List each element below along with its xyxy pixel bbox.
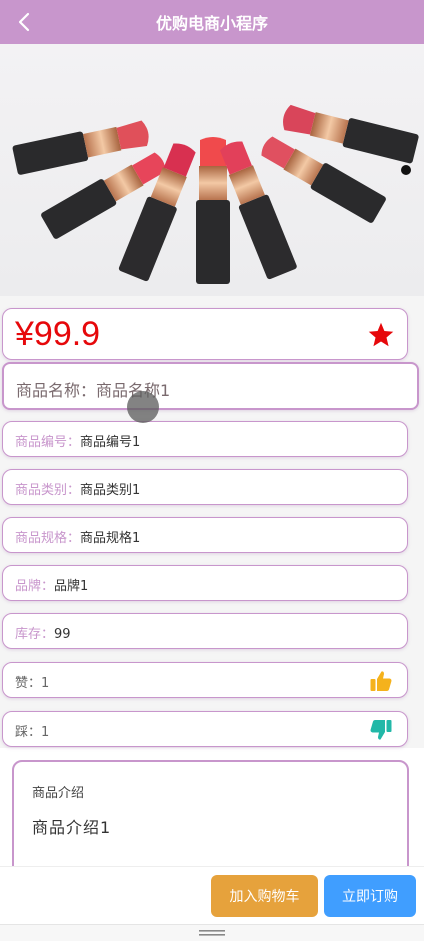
field-value: 商品编号1 <box>80 435 141 450</box>
likes-row: 赞：1 <box>2 662 408 698</box>
field-label: 商品规格： <box>15 531 81 546</box>
description-text: 商品介绍1 <box>32 818 112 837</box>
product-name-label: 商品名称： <box>16 381 97 400</box>
back-button[interactable] <box>10 8 38 36</box>
field-row-category: 商品类别：商品类别1 <box>2 469 408 505</box>
field-row-brand: 品牌：品牌1 <box>2 565 408 601</box>
field-row-stock: 库存：99 <box>2 613 408 649</box>
price-value: ¥99.9 <box>15 315 101 353</box>
app-header: 优购电商小程序 <box>0 0 424 44</box>
description-title: 商品介绍 <box>32 786 85 801</box>
product-image <box>0 44 424 296</box>
dislikes-count: 1 <box>41 725 50 740</box>
likes-label: 赞： <box>15 676 42 691</box>
field-row-code: 商品编号：商品编号1 <box>2 421 408 457</box>
bottom-action-bar: 加入购物车 立即订购 <box>0 866 424 925</box>
add-to-cart-button[interactable]: 加入购物车 <box>211 875 318 917</box>
dislikes-label: 踩： <box>15 725 42 740</box>
field-value: 商品规格1 <box>80 531 141 546</box>
drag-handle-icon[interactable] <box>199 930 225 936</box>
thumbs-up-icon[interactable] <box>369 669 393 693</box>
description-card: 商品介绍 商品介绍1 <box>12 760 409 880</box>
likes-count: 1 <box>41 676 50 691</box>
home-indicator-bar <box>0 924 424 941</box>
field-label: 商品编号： <box>15 435 81 450</box>
thumbs-down-icon[interactable] <box>369 718 393 742</box>
touch-indicator <box>127 391 159 423</box>
price-card: ¥99.9 <box>2 308 408 360</box>
field-row-spec: 商品规格：商品规格1 <box>2 517 408 553</box>
chevron-left-icon <box>18 12 30 32</box>
field-value: 商品类别1 <box>80 483 141 498</box>
field-label: 库存： <box>15 627 55 642</box>
field-value: 品牌1 <box>54 579 89 594</box>
buy-now-button[interactable]: 立即订购 <box>324 875 416 917</box>
dislikes-row: 踩：1 <box>2 711 408 747</box>
star-icon[interactable] <box>367 321 395 349</box>
product-name-card: 商品名称：商品名称1 <box>2 362 419 410</box>
field-label: 商品类别： <box>15 483 81 498</box>
field-label: 品牌： <box>15 579 55 594</box>
field-value: 99 <box>54 627 71 642</box>
page-title: 优购电商小程序 <box>155 14 268 33</box>
